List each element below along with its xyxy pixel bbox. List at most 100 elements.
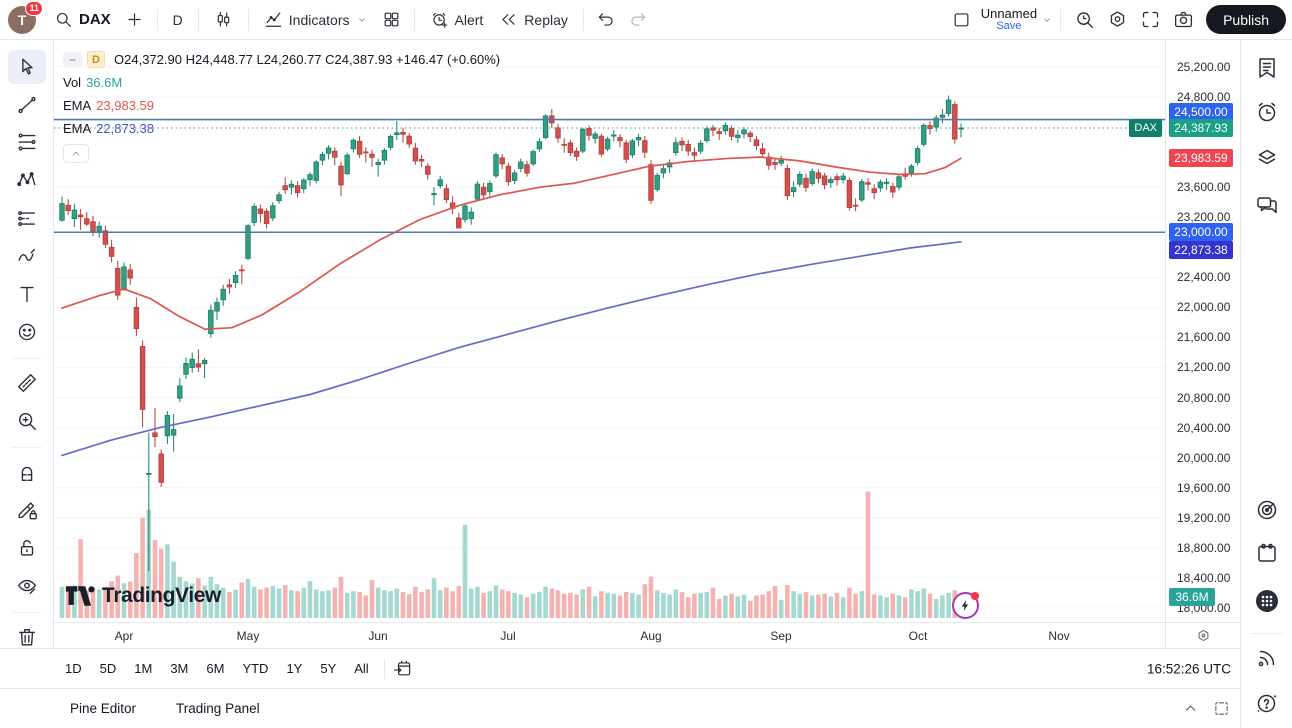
candle-body	[829, 179, 834, 182]
sidebar-calendar-button[interactable]	[1249, 535, 1285, 571]
pattern-tool[interactable]	[8, 163, 46, 197]
snapshot-button[interactable]	[1167, 5, 1200, 35]
symbol-search-button[interactable]: DAX	[46, 5, 119, 35]
interval-button[interactable]: D	[165, 5, 191, 35]
measure-tool[interactable]	[8, 366, 46, 400]
zoom-in-tool[interactable]	[8, 404, 46, 438]
legend-volume-row[interactable]: Vol 36.6M	[63, 71, 500, 94]
quick-search-button[interactable]	[1068, 5, 1101, 35]
volume-bar	[940, 595, 945, 618]
candle-body	[866, 183, 871, 185]
candle-body	[624, 143, 629, 160]
alert-clock-icon	[430, 10, 449, 29]
close-label: C	[325, 52, 334, 67]
range-button-all[interactable]: All	[347, 657, 375, 680]
range-button-5d[interactable]: 5D	[93, 657, 124, 680]
expand-panel-chevron-icon[interactable]	[1182, 700, 1199, 717]
compare-add-symbol-button[interactable]	[119, 5, 150, 35]
text-tool[interactable]	[8, 277, 46, 311]
volume-bar	[289, 590, 294, 618]
legend-minimize-button[interactable]: −	[63, 52, 82, 67]
time-axis[interactable]: AprMayJunJulAugSepOctNov	[54, 622, 1165, 648]
price-axis[interactable]: 25,200.0024,800.0023,600.0023,200.0022,4…	[1165, 40, 1240, 622]
candle-body	[562, 144, 567, 145]
range-button-5y[interactable]: 5Y	[313, 657, 343, 680]
layout-name-button[interactable]: Unnamed Save	[977, 7, 1041, 32]
chevron-down-icon[interactable]	[1041, 14, 1053, 26]
sidebar-screener-button[interactable]	[1249, 492, 1285, 528]
range-button-1y[interactable]: 1Y	[279, 657, 309, 680]
sidebar-streams-button[interactable]	[1249, 640, 1285, 676]
replay-button[interactable]: Replay	[491, 5, 576, 35]
volume-bar	[550, 589, 555, 618]
trading-panel-tab[interactable]: Trading Panel	[168, 696, 268, 721]
publish-button[interactable]: Publish	[1206, 5, 1286, 34]
cursor-tool[interactable]	[8, 50, 46, 84]
candle-body	[153, 433, 158, 437]
price-axis-label: 20,400.00	[1177, 421, 1230, 435]
trend-line-tool[interactable]	[8, 88, 46, 122]
candle-body	[816, 173, 821, 178]
range-button-6m[interactable]: 6M	[199, 657, 231, 680]
screener-icon	[1255, 498, 1279, 522]
lightning-boost-button[interactable]	[952, 592, 979, 619]
chart-pane[interactable]: − D O24,372.90 H24,448.77 L24,260.77 C24…	[54, 40, 1165, 622]
close-value: 24,387.93	[335, 52, 393, 67]
candle-body	[109, 247, 114, 256]
range-button-1d[interactable]: 1D	[58, 657, 89, 680]
layout-select-button[interactable]	[946, 5, 977, 35]
zoom-in-tool-icon	[16, 410, 38, 432]
price-axis-settings[interactable]	[1165, 622, 1240, 648]
magnet-tool[interactable]	[8, 455, 46, 489]
fib-retracement-tool[interactable]	[8, 125, 46, 159]
sidebar-apps-grid-button[interactable]	[1249, 583, 1285, 619]
range-button-1m[interactable]: 1M	[127, 657, 159, 680]
lock-drawings-tool[interactable]	[8, 531, 46, 565]
maximize-panel-icon[interactable]	[1213, 700, 1230, 717]
user-avatar[interactable]: T 11	[8, 6, 36, 34]
sidebar-alerts-button[interactable]	[1249, 94, 1285, 130]
candle-body	[202, 360, 207, 363]
volume-bar	[915, 591, 920, 618]
range-button-3m[interactable]: 3M	[163, 657, 195, 680]
sidebar-chat-button[interactable]	[1249, 187, 1285, 223]
legend-ema-fast-row[interactable]: EMA 23,983.59	[63, 94, 500, 117]
drawing-sync-tool[interactable]	[8, 493, 46, 527]
pine-editor-tab[interactable]: Pine Editor	[62, 696, 144, 721]
volume-bar	[736, 596, 741, 618]
range-button-ytd[interactable]: YTD	[235, 657, 275, 680]
legend-ema-slow-row[interactable]: EMA 22,873.38	[63, 117, 500, 140]
fullscreen-button[interactable]	[1134, 5, 1167, 35]
legend-collapse-button[interactable]	[63, 144, 89, 163]
candle-body	[308, 175, 313, 180]
indicators-button[interactable]: Indicators	[256, 5, 376, 35]
volume-bar	[302, 588, 307, 618]
price-badge: 23,983.59	[1169, 149, 1233, 167]
chart-settings-button[interactable]	[1101, 5, 1134, 35]
brush-tool-icon	[16, 245, 38, 267]
open-label: O	[114, 52, 124, 67]
timezone-clock[interactable]: 16:52:26 UTC	[1147, 661, 1231, 676]
candle-body	[283, 186, 288, 190]
sidebar-help-button[interactable]	[1249, 685, 1285, 721]
alert-button[interactable]: Alert	[422, 5, 492, 35]
hide-drawings-tool[interactable]	[8, 569, 46, 603]
go-to-date-button[interactable]	[393, 659, 412, 678]
undo-button[interactable]	[591, 5, 622, 35]
help-icon	[1255, 691, 1279, 715]
indicator-templates-button[interactable]	[376, 5, 407, 35]
emoji-tool[interactable]	[8, 315, 46, 349]
drawing-toolbar	[0, 40, 54, 648]
chart-style-button[interactable]	[206, 5, 241, 35]
sidebar-watchlist-button[interactable]	[1249, 50, 1285, 86]
avatar-initial: T	[18, 12, 27, 28]
candle-body	[872, 189, 877, 193]
brush-tool[interactable]	[8, 239, 46, 273]
legend-interval-badge[interactable]: D	[87, 51, 105, 68]
forecast-tool[interactable]	[8, 202, 46, 236]
save-link[interactable]: Save	[996, 21, 1021, 33]
symbol-name: DAX	[79, 11, 111, 28]
sidebar-object-tree-button[interactable]	[1249, 139, 1285, 175]
redo-button[interactable]	[622, 5, 653, 35]
volume-bar	[395, 589, 400, 618]
